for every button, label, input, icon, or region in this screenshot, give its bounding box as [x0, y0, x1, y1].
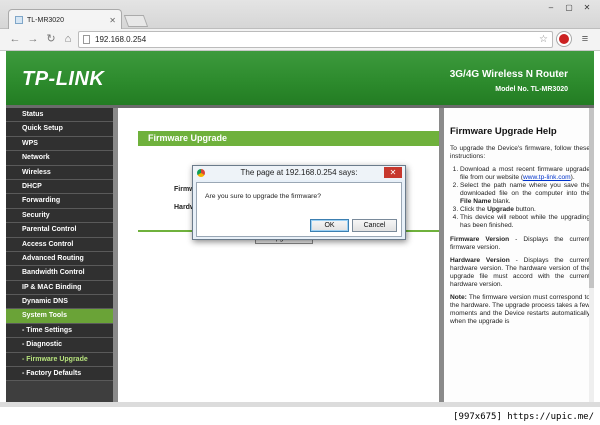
cancel-button[interactable]: Cancel — [352, 219, 397, 232]
help-step: Download a most recent firmware upgrade … — [460, 166, 590, 182]
sidebar-item-bandwidth-control[interactable]: Bandwidth Control — [6, 266, 113, 281]
product-name: 3G/4G Wireless N Router — [449, 69, 568, 80]
browser-titlebar: TL-MR3020 ✕ – ▢ ✕ — [0, 0, 600, 30]
page-favicon-icon — [15, 16, 23, 24]
image-watermark: [997x675] https://upic.me/ — [453, 412, 594, 422]
dialog-body: Are you sure to upgrade the firmware? OK… — [196, 182, 402, 237]
sidebar-item-firmware-upgrade[interactable]: - Firmware Upgrade — [6, 352, 113, 368]
menu-icon[interactable]: ≡ — [578, 32, 592, 46]
minimize-icon[interactable]: – — [544, 2, 558, 14]
scrollbar-thumb[interactable] — [589, 108, 594, 288]
dialog-titlebar: The page at 192.168.0.254 says: ✕ — [193, 166, 405, 180]
main-content: Firmware Upgrade Firmw Hardw Upgrade — [123, 108, 439, 402]
help-steps: Download a most recent firmware upgrade … — [450, 166, 590, 230]
sidebar-item-ip-mac-binding[interactable]: IP & MAC Binding — [6, 280, 113, 296]
sidebar-item-forwarding[interactable]: Forwarding — [6, 194, 113, 209]
help-step: Click the Upgrade button. — [460, 206, 590, 214]
help-note: Note: The firmware version must correspo… — [450, 294, 590, 325]
sidebar-item-factory-defaults[interactable]: - Factory Defaults — [6, 367, 113, 382]
sidebar-item-access-control[interactable]: Access Control — [6, 237, 113, 252]
sidebar-item-time-settings[interactable]: - Time Settings — [6, 323, 113, 339]
window-bottom-edge — [0, 402, 600, 407]
tab-title: TL-MR3020 — [27, 16, 64, 24]
help-step: This device will reboot while the upgrad… — [460, 214, 590, 230]
url-text: 192.168.0.254 — [95, 35, 147, 44]
browser-toolbar: ← → ↻ ⌂ 192.168.0.254 ☆ ≡ — [0, 29, 600, 51]
tp-link-logo: TP-LINK — [22, 68, 105, 90]
help-firmware-version: Firmware Version - Displays the current … — [450, 236, 590, 251]
sidebar-item-wps[interactable]: WPS — [6, 136, 113, 152]
extension-icon[interactable] — [557, 32, 571, 46]
router-header: TP-LINK 3G/4G Wireless N Router Model No… — [6, 51, 594, 105]
dialog-close-button[interactable]: ✕ — [384, 167, 402, 178]
tab-close-icon[interactable]: ✕ — [109, 16, 116, 25]
reload-icon[interactable]: ↻ — [44, 32, 58, 46]
sidebar-item-wireless[interactable]: Wireless — [6, 165, 113, 180]
tp-link-website-link[interactable]: www.tp-link.com — [523, 174, 571, 181]
sidebar-item-advanced-routing[interactable]: Advanced Routing — [6, 251, 113, 267]
sidebar-item-dynamic-dns[interactable]: Dynamic DNS — [6, 295, 113, 310]
ok-button[interactable]: OK — [310, 219, 349, 232]
home-icon[interactable]: ⌂ — [61, 32, 75, 46]
help-step: Select the path name where you save the … — [460, 182, 590, 206]
help-hardware-version: Hardware Version - Displays the current … — [450, 257, 590, 288]
dialog-title: The page at 192.168.0.254 says: — [240, 168, 358, 177]
sidebar-item-quick-setup[interactable]: Quick Setup — [6, 122, 113, 137]
sidebar-item-network[interactable]: Network — [6, 151, 113, 166]
bookmark-star-icon[interactable]: ☆ — [539, 32, 548, 47]
dialog-message: Are you sure to upgrade the firmware? — [205, 193, 321, 200]
browser-tab[interactable]: TL-MR3020 ✕ — [8, 9, 122, 30]
sidebar-item-security[interactable]: Security — [6, 208, 113, 224]
confirm-dialog: The page at 192.168.0.254 says: ✕ Are yo… — [192, 165, 406, 240]
help-intro: To upgrade the Device's firmware, follow… — [450, 145, 590, 160]
sidebar-item-status[interactable]: Status — [6, 108, 113, 123]
back-arrow-icon[interactable]: ← — [8, 32, 22, 46]
help-panel: Firmware Upgrade Help To upgrade the Dev… — [444, 108, 594, 402]
address-bar[interactable]: 192.168.0.254 ☆ — [78, 31, 553, 48]
section-title: Firmware Upgrade — [138, 131, 439, 146]
sidebar-item-parental-control[interactable]: Parental Control — [6, 223, 113, 238]
page-icon — [83, 35, 90, 44]
window-controls: – ▢ ✕ — [544, 2, 594, 14]
sidebar-item-system-tools[interactable]: System Tools — [6, 309, 113, 324]
help-title: Firmware Upgrade Help — [450, 126, 557, 137]
maximize-icon[interactable]: ▢ — [562, 2, 576, 14]
sidebar-item-dhcp[interactable]: DHCP — [6, 179, 113, 195]
browser-window: TL-MR3020 ✕ – ▢ ✕ ← → ↻ ⌂ 192.168.0.254 … — [0, 0, 600, 425]
new-tab-button[interactable] — [123, 15, 149, 27]
help-scrollbar[interactable] — [589, 108, 594, 402]
sidebar-item-diagnostic[interactable]: - Diagnostic — [6, 338, 113, 353]
model-number: Model No. TL-MR3020 — [495, 86, 568, 93]
window-close-icon[interactable]: ✕ — [580, 2, 594, 14]
forward-arrow-icon[interactable]: → — [26, 32, 40, 46]
sidebar-menu: Status Quick Setup WPS Network Wireless … — [6, 108, 118, 402]
